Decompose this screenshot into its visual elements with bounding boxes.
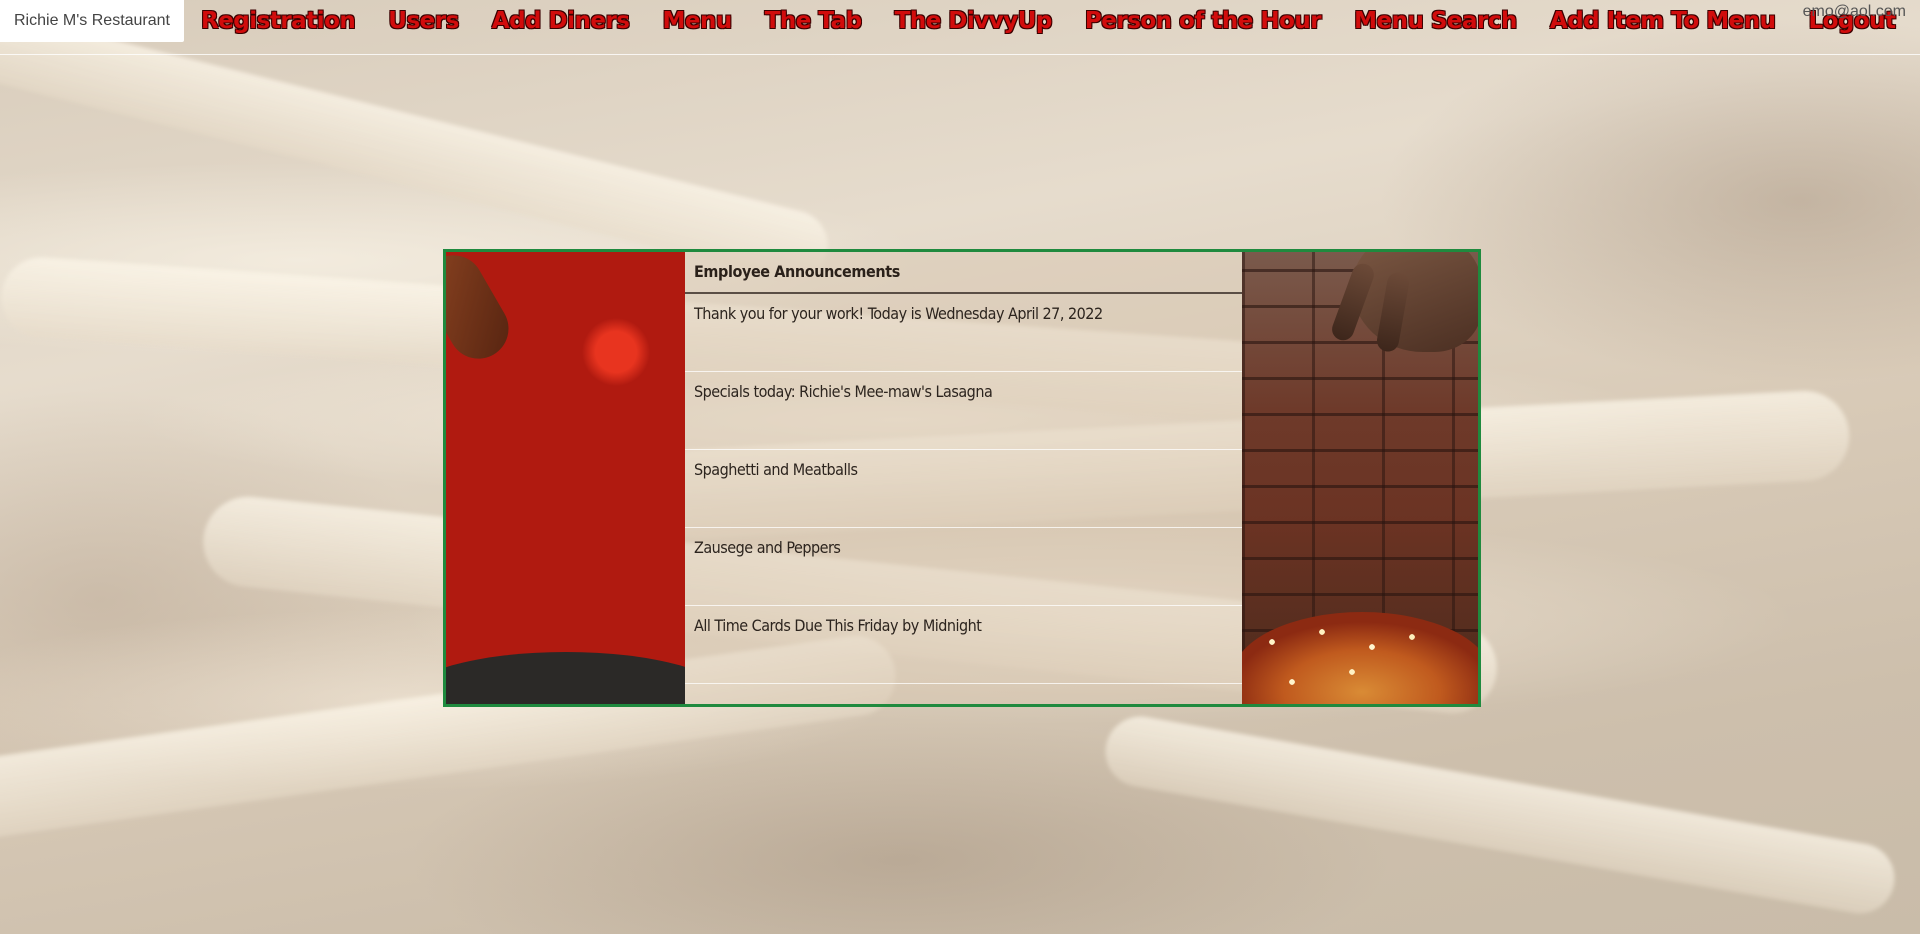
announcement-item: All Time Cards Due This Friday by Midnig…: [685, 606, 1242, 684]
nav-link-menu-search[interactable]: Menu Search: [1354, 8, 1517, 34]
announcements-panel: Employee Announcements Thank you for you…: [443, 249, 1481, 707]
announcements-header: Employee Announcements: [685, 252, 1242, 294]
nav-link-the-tab[interactable]: The Tab: [765, 8, 862, 34]
nav-link-users[interactable]: Users: [388, 8, 459, 34]
tomatoes-image: [446, 252, 685, 704]
nav-links: Registration Users Add Diners Menu The T…: [201, 8, 1920, 34]
announcement-item: Spaghetti and Meatballs: [685, 450, 1242, 528]
nav-link-registration[interactable]: Registration: [201, 8, 356, 34]
user-email: emo@aol.com: [1802, 3, 1906, 20]
announcement-item: Zausege and Peppers: [685, 528, 1242, 606]
announcements-list: Employee Announcements Thank you for you…: [685, 252, 1242, 704]
nav-link-add-diners[interactable]: Add Diners: [492, 8, 630, 34]
spaghetti-image: [1242, 252, 1478, 704]
brand-button[interactable]: Richie M's Restaurant: [0, 0, 184, 42]
pan-decor: [446, 652, 685, 704]
spaghetti-decor: [1242, 612, 1478, 704]
nav-link-add-item-to-menu[interactable]: Add Item To Menu: [1550, 8, 1776, 34]
nav-link-person-of-the-hour[interactable]: Person of the Hour: [1085, 8, 1322, 34]
nav-link-the-divvyup[interactable]: The DivvyUp: [895, 8, 1053, 34]
nav-link-menu[interactable]: Menu: [662, 8, 732, 34]
spoon-decor: [446, 252, 520, 370]
top-navbar: Richie M's Restaurant Registration Users…: [0, 0, 1920, 55]
page: Richie M's Restaurant Registration Users…: [0, 0, 1920, 934]
noodle-decor: [1099, 711, 1901, 919]
announcement-item: Specials today: Richie's Mee-maw's Lasag…: [685, 372, 1242, 450]
announcement-item: Thank you for your work! Today is Wednes…: [685, 294, 1242, 372]
